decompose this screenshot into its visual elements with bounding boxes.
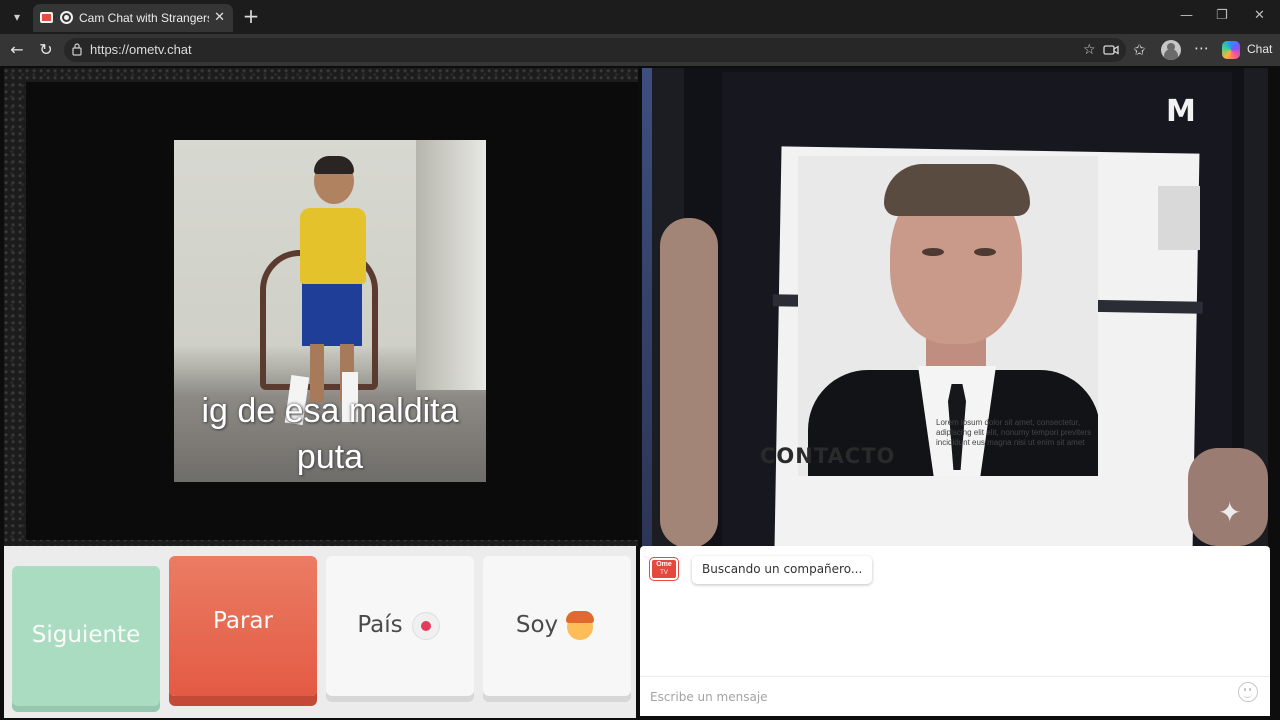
phone-screen: CONTACTO Lorem ipsum dolor sit amet, con… [722, 72, 1232, 546]
stranger-video: ig de esa maldita puta [4, 68, 638, 546]
omnibox[interactable]: https://ometv.chat ☆ [64, 38, 1126, 62]
new-tab-plus-icon[interactable]: + [240, 4, 262, 28]
maximize-icon[interactable]: ❐ [1216, 8, 1228, 23]
tab-menu-chevron-down-icon[interactable]: ▾ [6, 6, 28, 28]
recording-indicator-icon [60, 11, 73, 24]
address-bar: ← ↻ https://ometv.chat ☆ ✩ ⋯ Chat [0, 34, 1280, 66]
gender-select-button[interactable]: Soy [483, 556, 631, 696]
url-text: https://ometv.chat [90, 42, 192, 57]
boy-face-icon [566, 611, 594, 640]
ometv-logo-text: Ome [656, 561, 672, 568]
next-button[interactable]: Siguiente [12, 566, 160, 706]
puzzle-icon [1158, 186, 1200, 250]
stop-button[interactable]: Parar [169, 556, 317, 696]
ometv-logo-subtext: TV [660, 570, 668, 576]
camera-icon[interactable] [1103, 43, 1119, 57]
country-filter-button[interactable]: País [326, 556, 474, 696]
phone-app-m-icon: M [1166, 94, 1196, 129]
tab-bar: ▾ Cam Chat with Strangers on OmeTV ✕ + —… [0, 0, 1280, 34]
stop-button-label: Parar [213, 608, 273, 634]
copilot-icon [1222, 41, 1240, 59]
finger-shape [660, 218, 718, 546]
more-icon[interactable]: ⋯ [1194, 39, 1209, 57]
window-close-icon[interactable]: ✕ [1254, 8, 1265, 23]
meme-caption: ig de esa maldita puta [201, 392, 459, 476]
tab-close-icon[interactable]: ✕ [214, 10, 225, 25]
meme-image: ig de esa maldita puta [174, 140, 486, 482]
copilot-chat-button[interactable]: Chat [1222, 40, 1274, 60]
profile-icon[interactable] [1161, 40, 1181, 60]
stranger-video-frame: ig de esa maldita puta [26, 82, 638, 540]
site-favicon-icon [40, 12, 53, 23]
tab-title: Cam Chat with Strangers on OmeTV [79, 11, 209, 25]
self-video: CONTACTO Lorem ipsum dolor sit amet, con… [642, 68, 1268, 546]
back-arrow-icon[interactable]: ← [6, 39, 28, 61]
sparkle-icon: ✦ [1218, 496, 1242, 529]
next-button-label: Siguiente [31, 622, 141, 648]
minimize-icon[interactable]: — [1180, 8, 1193, 23]
message-input[interactable] [640, 676, 1270, 716]
browser-tab[interactable]: Cam Chat with Strangers on OmeTV ✕ [33, 4, 233, 32]
ometv-page: ig de esa maldita puta CONTACTO Lorem ip [0, 66, 1280, 720]
reload-icon[interactable]: ↻ [35, 39, 57, 61]
favorite-star-icon[interactable]: ☆ [1083, 42, 1096, 58]
site-info-lock-icon[interactable] [72, 42, 82, 56]
copilot-label: Chat [1247, 42, 1273, 56]
poster-body-text: Lorem ipsum dolor sit amet, consectetur,… [936, 418, 1092, 447]
ometv-logo-icon: Ome TV [650, 558, 678, 580]
country-flag-icon [412, 612, 440, 640]
chat-panel: Ome TV Buscando un compañero... [640, 546, 1270, 716]
favorites-icon[interactable]: ✩ [1133, 41, 1146, 59]
emoji-smiley-icon[interactable] [1238, 682, 1258, 702]
poster-heading: CONTACTO [760, 444, 896, 468]
system-message: Buscando un compañero... [692, 556, 873, 584]
control-panel: Siguiente Parar País Soy [4, 546, 636, 718]
